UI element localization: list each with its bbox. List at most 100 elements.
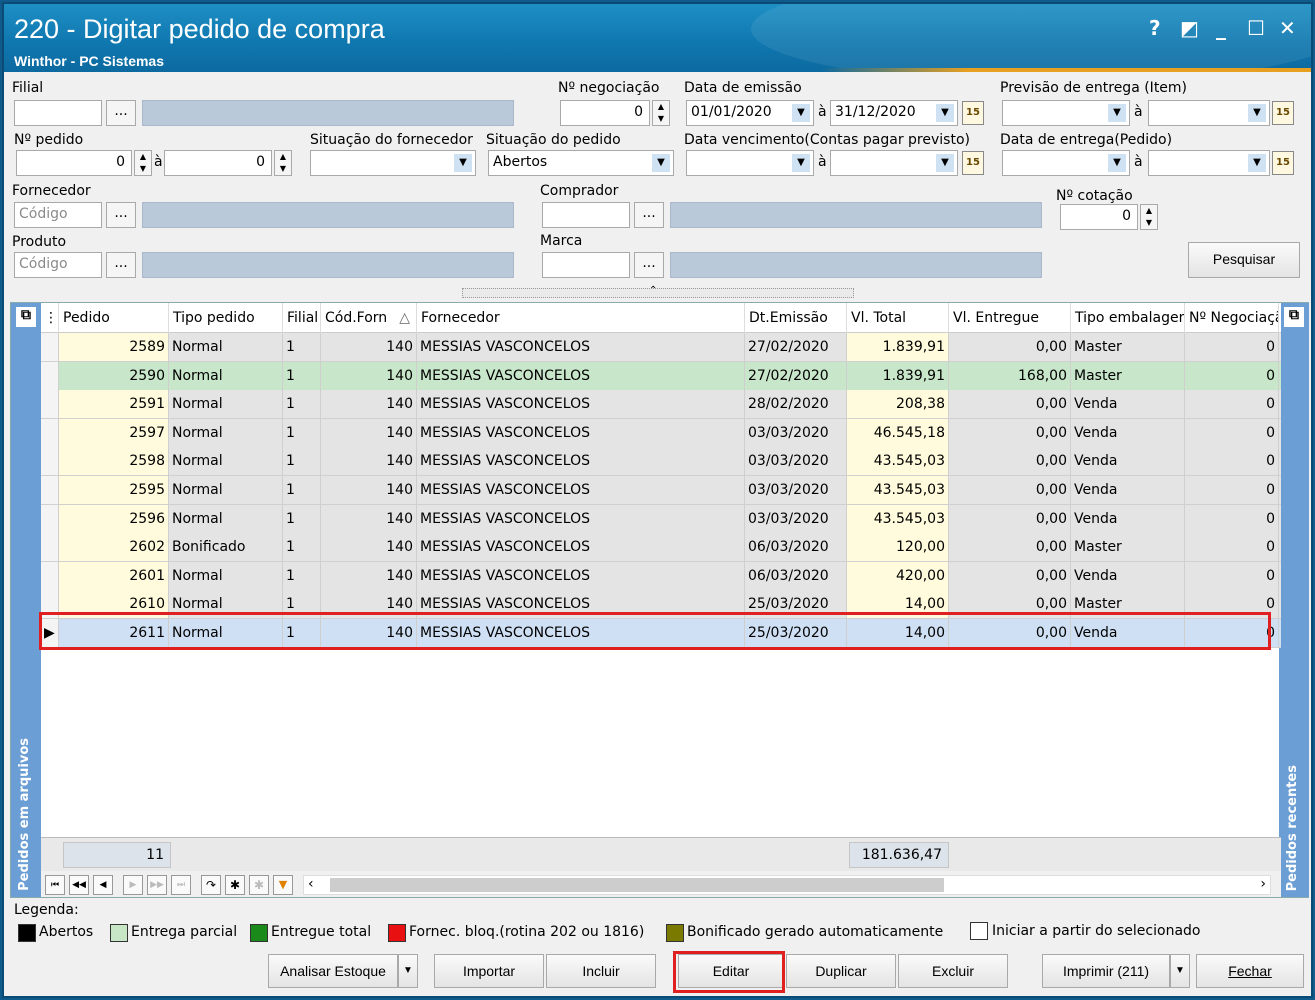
cell-neg[interactable]: 0 <box>1185 333 1279 361</box>
cell-neg[interactable]: 0 <box>1185 361 1279 390</box>
cell-neg[interactable]: 0 <box>1185 447 1279 476</box>
chevron-down-icon[interactable]: ▼ <box>1248 154 1266 172</box>
cell-emb[interactable]: Venda <box>1071 619 1185 647</box>
cell-cod[interactable]: 140 <box>321 533 417 562</box>
close-button[interactable]: ✕ <box>1279 16 1296 40</box>
row-indicator[interactable] <box>41 333 59 361</box>
table-row[interactable]: 2596 Normal 1 140 MESSIAS VASCONCELOS 03/03/2… <box>41 504 1281 534</box>
marca-input[interactable] <box>542 252 630 278</box>
cell-cod[interactable]: 140 <box>321 561 417 590</box>
cell-total[interactable]: 1.839,91 <box>847 361 949 390</box>
cell-entregue[interactable]: 0,00 <box>949 561 1071 590</box>
pedido-from-spinner[interactable]: ▲ ▼ <box>134 150 152 176</box>
cell-cod[interactable]: 140 <box>321 504 417 533</box>
cell-filial[interactable]: 1 <box>283 418 321 447</box>
cell-filial[interactable]: 1 <box>283 476 321 504</box>
cell-fornecedor[interactable]: MESSIAS VASCONCELOS <box>417 561 745 590</box>
cell-cod[interactable]: 140 <box>321 476 417 504</box>
cell-fornecedor[interactable]: MESSIAS VASCONCELOS <box>417 333 745 361</box>
cotacao-input[interactable]: 0 <box>1060 204 1138 230</box>
cell-dt[interactable]: 06/03/2020 <box>745 561 847 590</box>
cell-entregue[interactable]: 0,00 <box>949 476 1071 504</box>
cell-cod[interactable]: 140 <box>321 333 417 361</box>
cell-tipo[interactable]: Normal <box>169 418 283 447</box>
chevron-down-icon[interactable]: ▼ <box>652 154 670 172</box>
cell-tipo[interactable]: Normal <box>169 561 283 590</box>
cell-pedido[interactable]: 2591 <box>59 390 169 419</box>
cell-tipo[interactable]: Normal <box>169 390 283 419</box>
cell-total[interactable]: 43.545,03 <box>847 447 949 476</box>
row-indicator[interactable] <box>41 476 59 504</box>
cell-pedido[interactable]: 2590 <box>59 361 169 390</box>
data-emissao-to-input[interactable]: 31/12/2020 ▼ <box>830 100 958 126</box>
column-header[interactable]: Tipo pedido <box>169 303 283 333</box>
cell-entregue[interactable]: 0,00 <box>949 619 1071 647</box>
pedido-to-spinner[interactable]: ▲ ▼ <box>274 150 292 176</box>
sit-fornecedor-select[interactable]: ▼ <box>310 150 476 176</box>
iniciar-checkbox[interactable] <box>970 922 988 940</box>
scrollbar-thumb[interactable] <box>330 878 944 892</box>
cell-fornecedor[interactable]: MESSIAS VASCONCELOS <box>417 418 745 447</box>
column-header[interactable]: Pedido <box>59 303 169 333</box>
cell-total[interactable]: 43.545,03 <box>847 504 949 533</box>
row-indicator[interactable] <box>41 590 59 619</box>
cell-dt[interactable]: 03/03/2020 <box>745 418 847 447</box>
cell-tipo[interactable]: Normal <box>169 476 283 504</box>
table-row[interactable]: 2598 Normal 1 140 MESSIAS VASCONCELOS 03/03/2… <box>41 447 1281 477</box>
row-indicator[interactable] <box>41 561 59 590</box>
filter-icon[interactable]: ▼ <box>273 875 293 895</box>
chevron-down-icon[interactable]: ▼ <box>1108 104 1126 122</box>
chevron-up-icon[interactable]: ⌃ <box>649 285 657 296</box>
data-venc-to-input[interactable]: ▼ <box>830 150 958 176</box>
cell-entregue[interactable]: 168,00 <box>949 361 1071 390</box>
fornecedor-code-input[interactable]: Código <box>14 202 102 228</box>
cell-total[interactable]: 120,00 <box>847 533 949 562</box>
table-row[interactable]: 2601 Normal 1 140 MESSIAS VASCONCELOS 06/03/2… <box>41 561 1281 591</box>
cell-dt[interactable]: 25/03/2020 <box>745 619 847 647</box>
table-row[interactable]: 2589 Normal 1 140 MESSIAS VASCONCELOS 27/02/2… <box>41 333 1281 362</box>
pedido-to-input[interactable]: 0 <box>164 150 272 176</box>
cell-dt[interactable]: 03/03/2020 <box>745 447 847 476</box>
column-header[interactable]: Vl. Entregue <box>949 303 1071 333</box>
cell-total[interactable]: 43.545,03 <box>847 476 949 504</box>
cell-entregue[interactable]: 0,00 <box>949 533 1071 562</box>
chevron-down-icon[interactable]: ▼ <box>792 104 810 122</box>
cell-pedido[interactable]: 2601 <box>59 561 169 590</box>
cell-dt[interactable]: 28/02/2020 <box>745 390 847 419</box>
previsao-from-input[interactable]: ▼ <box>1002 100 1130 126</box>
scroll-left-icon[interactable]: ‹ <box>308 876 314 892</box>
produto-lookup-button[interactable]: ... <box>106 252 136 278</box>
cell-filial[interactable]: 1 <box>283 333 321 361</box>
cell-total[interactable]: 46.545,18 <box>847 418 949 447</box>
cell-dt[interactable]: 03/03/2020 <box>745 476 847 504</box>
cell-dt[interactable]: 27/02/2020 <box>745 361 847 390</box>
calendar-icon[interactable]: 15 <box>1272 151 1294 175</box>
chevron-down-icon[interactable]: ▼ <box>792 154 810 172</box>
cell-fornecedor[interactable]: MESSIAS VASCONCELOS <box>417 504 745 533</box>
cell-neg[interactable]: 0 <box>1185 390 1279 419</box>
chevron-down-icon[interactable]: ▼ <box>1108 154 1126 172</box>
imprimir-button[interactable]: Imprimir (211) <box>1042 954 1170 988</box>
next-page-icon[interactable]: ▶▶ <box>147 875 167 895</box>
row-indicator[interactable] <box>41 390 59 419</box>
column-header[interactable]: Vl. Total <box>847 303 949 333</box>
previsao-to-input[interactable]: ▼ <box>1148 100 1270 126</box>
table-row[interactable]: 2591 Normal 1 140 MESSIAS VASCONCELOS 28/02/2… <box>41 390 1281 420</box>
comprador-input[interactable] <box>542 202 630 228</box>
restore-icon[interactable]: ◩ <box>1180 16 1199 40</box>
chevron-down-icon[interactable]: ▼ <box>936 154 954 172</box>
column-header[interactable]: Fornecedor <box>417 303 745 333</box>
row-indicator[interactable] <box>41 533 59 562</box>
negociacao-spinner[interactable]: ▲ ▼ <box>652 100 670 126</box>
data-entrega-from-input[interactable]: ▼ <box>1002 150 1130 176</box>
cell-tipo[interactable]: Normal <box>169 504 283 533</box>
row-indicator[interactable] <box>41 361 59 390</box>
scroll-right-icon[interactable]: › <box>1260 876 1266 892</box>
cell-fornecedor[interactable]: MESSIAS VASCONCELOS <box>417 361 745 390</box>
duplicar-button[interactable]: Duplicar <box>786 954 896 988</box>
cell-neg[interactable]: 0 <box>1185 418 1279 447</box>
row-indicator[interactable] <box>41 504 59 533</box>
cell-fornecedor[interactable]: MESSIAS VASCONCELOS <box>417 476 745 504</box>
cell-emb[interactable]: Venda <box>1071 504 1185 533</box>
cell-filial[interactable]: 1 <box>283 561 321 590</box>
